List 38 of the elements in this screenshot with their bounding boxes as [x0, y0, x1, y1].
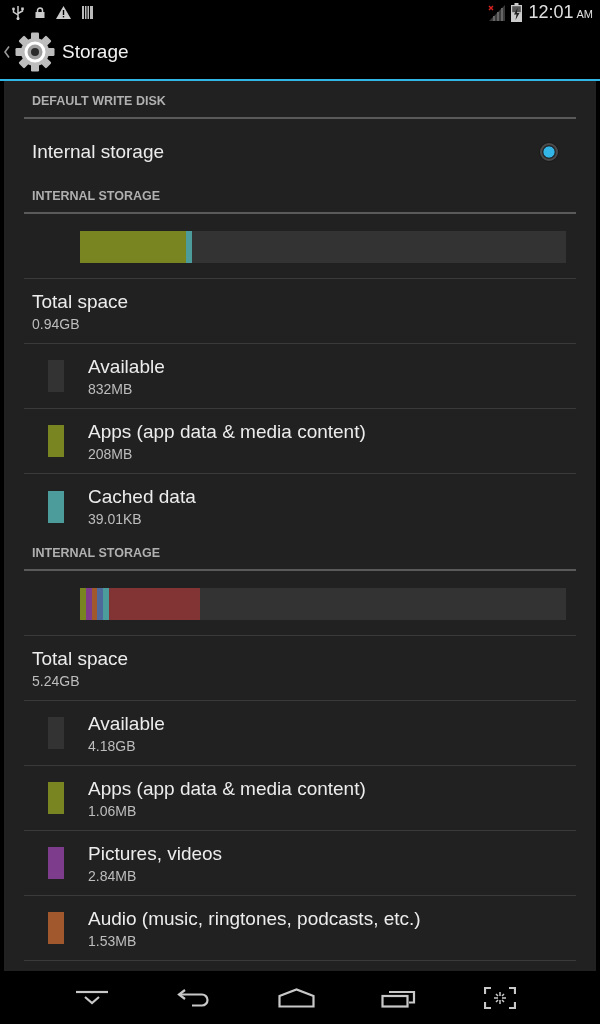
- row-title: Total space: [32, 289, 129, 314]
- row-title: Total space: [32, 646, 129, 671]
- clock-meridiem: AM: [576, 8, 593, 20]
- row-value: 5.24GB: [32, 671, 81, 690]
- chevron-left-icon[interactable]: [4, 46, 10, 58]
- row-title: Cached data: [88, 485, 196, 509]
- back-icon[interactable]: [177, 988, 211, 1007]
- row-value: 832MB: [88, 379, 134, 398]
- home-icon[interactable]: [277, 987, 315, 1008]
- row-value: 0.94GB: [32, 314, 81, 333]
- row-title: Available: [88, 711, 165, 736]
- clock-time: 12:01: [528, 2, 574, 23]
- row-title: Pictures, videos: [88, 841, 223, 866]
- section-header: DEFAULT WRITE DISK: [32, 93, 166, 109]
- row-value: 39.01KB: [88, 510, 143, 528]
- warning-icon: [56, 6, 71, 19]
- frame-corners-icon[interactable]: [484, 986, 516, 1009]
- usb-icon: [12, 5, 24, 20]
- chevron-down-icon[interactable]: [76, 990, 108, 1005]
- row-value: 1.53MB: [88, 931, 138, 950]
- row-value: 208MB: [88, 444, 134, 463]
- row-value: 1.06MB: [88, 801, 138, 820]
- lock-icon: [35, 7, 45, 18]
- section-header: INTERNAL STORAGE: [32, 188, 161, 204]
- battery-charging-icon: [511, 3, 523, 22]
- option-label: Internal storage: [32, 140, 166, 163]
- radio-button[interactable]: [540, 142, 558, 161]
- striped-card-icon: [82, 6, 93, 19]
- section-header: INTERNAL STORAGE: [32, 545, 161, 561]
- row-title: Available: [88, 354, 165, 379]
- row-title: Apps (app data & media content): [88, 419, 366, 444]
- row-title: Apps (app data & media content): [88, 776, 366, 801]
- screen-title: Storage: [62, 41, 129, 63]
- gear-icon[interactable]: [15, 32, 55, 72]
- row-title: Audio (music, ringtones, podcasts, etc.): [88, 906, 421, 931]
- row-value: 2.84MB: [88, 866, 138, 885]
- no-signal-icon: [488, 4, 506, 21]
- row-value: 4.18GB: [88, 736, 137, 755]
